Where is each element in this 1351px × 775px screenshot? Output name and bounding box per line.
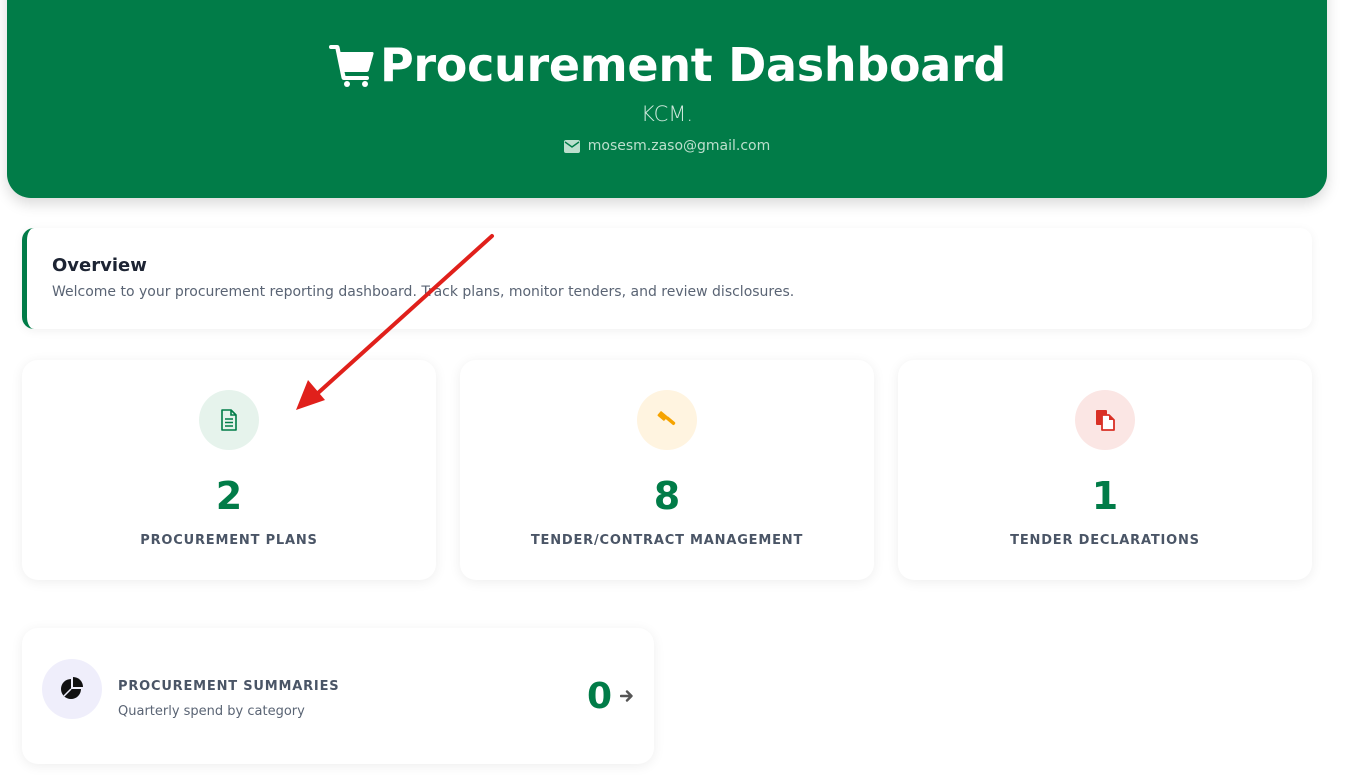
tender-declarations-card[interactable]: 1 TENDER DECLARATIONS bbox=[898, 360, 1312, 580]
tender-contract-card[interactable]: 8 TENDER/CONTRACT MANAGEMENT bbox=[460, 360, 874, 580]
procurement-plans-label: PROCUREMENT PLANS bbox=[140, 533, 318, 548]
tender-contract-label: TENDER/CONTRACT MANAGEMENT bbox=[530, 533, 804, 548]
pie-chart-icon bbox=[61, 677, 83, 699]
tender-declarations-count: 1 bbox=[1091, 474, 1119, 518]
email-row: mosesm.zaso@gmail.com bbox=[7, 138, 1327, 154]
procurement-plans-card[interactable]: 2 PROCUREMENT PLANS bbox=[22, 360, 436, 580]
card-icon-circle bbox=[199, 390, 259, 450]
summary-icon-circle bbox=[42, 659, 102, 719]
summary-title: PROCUREMENT SUMMARIES bbox=[118, 679, 340, 694]
copy-icon bbox=[1096, 410, 1115, 431]
overview-text: Welcome to your procurement reporting da… bbox=[52, 284, 795, 300]
arrow-right-icon[interactable] bbox=[620, 689, 634, 703]
user-email: mosesm.zaso@gmail.com bbox=[587, 138, 771, 154]
dashboard-header: Procurement Dashboard KCM. mosesm.zaso@g… bbox=[7, 0, 1327, 198]
shopping-cart-icon bbox=[328, 45, 374, 87]
procurement-summaries-card[interactable]: PROCUREMENT SUMMARIES Quarterly spend by… bbox=[22, 628, 654, 764]
summary-count: 0 bbox=[586, 676, 612, 717]
gavel-icon bbox=[657, 411, 676, 426]
procurement-plans-count: 2 bbox=[215, 474, 243, 518]
title-row: Procurement Dashboard bbox=[7, 38, 1327, 92]
summary-subtitle: Quarterly spend by category bbox=[118, 704, 305, 719]
card-icon-circle bbox=[637, 390, 697, 450]
tender-contract-count: 8 bbox=[653, 474, 681, 518]
overview-panel: Overview Welcome to your procurement rep… bbox=[22, 228, 1312, 329]
organization-name: KCM. bbox=[640, 102, 694, 126]
document-icon bbox=[221, 409, 237, 431]
card-icon-circle bbox=[1075, 390, 1135, 450]
tender-declarations-label: TENDER DECLARATIONS bbox=[1010, 533, 1200, 548]
overview-heading: Overview bbox=[52, 255, 147, 276]
envelope-icon bbox=[563, 139, 580, 153]
page-title: Procurement Dashboard bbox=[379, 38, 1007, 92]
